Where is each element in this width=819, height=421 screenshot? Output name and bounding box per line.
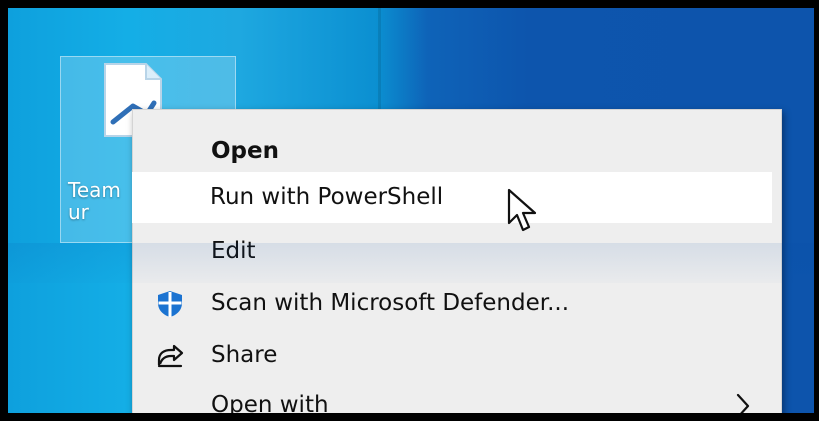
menu-item-open-with[interactable]: Open with	[133, 380, 781, 413]
menu-item-run-with-powershell[interactable]: Run with PowerShell	[132, 172, 772, 223]
defender-shield-icon	[158, 291, 182, 317]
menu-item-edit[interactable]: Edit	[133, 226, 781, 277]
screenshot-frame: Team ur Open Run with PowerShell Edit Sc…	[0, 0, 819, 421]
menu-item-share[interactable]: Share	[133, 330, 781, 381]
mouse-pointer-icon	[507, 188, 537, 232]
menu-label-share: Share	[211, 342, 278, 368]
chevron-right-icon	[736, 393, 750, 413]
menu-item-scan-with-microsoft-defender[interactable]: Scan with Microsoft Defender...	[133, 278, 781, 329]
menu-label-run-with-powershell: Run with PowerShell	[210, 184, 444, 210]
share-icon	[157, 344, 184, 368]
menu-label-edit: Edit	[211, 238, 256, 264]
windows-desktop[interactable]: Team ur Open Run with PowerShell Edit Sc…	[8, 8, 814, 413]
file-context-menu[interactable]: Open Run with PowerShell Edit Scan with …	[132, 109, 782, 413]
menu-label-scan-with-microsoft-defender: Scan with Microsoft Defender...	[211, 290, 570, 316]
menu-label-open-with: Open with	[211, 392, 329, 413]
menu-item-open[interactable]: Open	[133, 126, 781, 177]
menu-label-open: Open	[211, 138, 279, 164]
